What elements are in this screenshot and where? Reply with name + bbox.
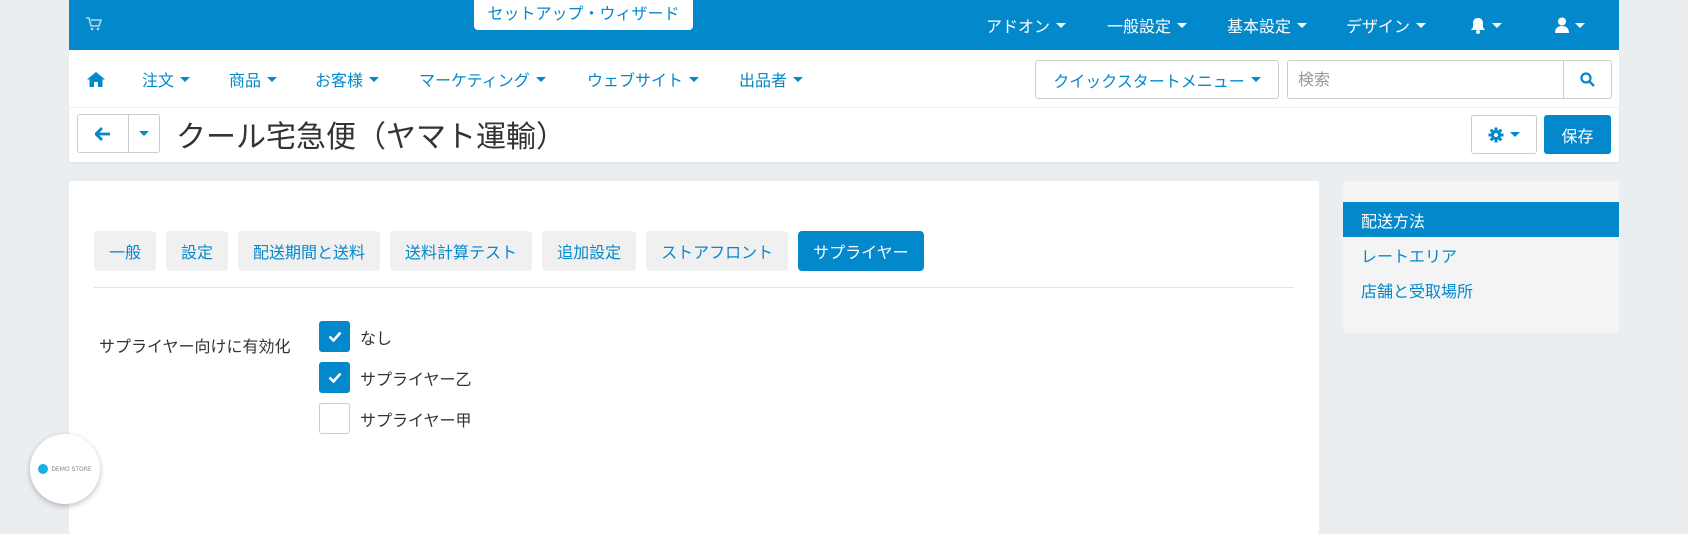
checkbox-label: サプライヤー乙: [360, 369, 472, 389]
caret-down-icon: [1575, 22, 1585, 28]
caret-down-icon: [369, 76, 380, 82]
user-icon: [1555, 17, 1569, 33]
main-navbar: 注文 商品 お客様 マーケティング ウェブサイト 出品者 クイックスタートメニュ…: [69, 50, 1619, 108]
nav-website[interactable]: ウェブサイト: [587, 50, 700, 108]
checkbox[interactable]: [319, 403, 350, 434]
design-menu[interactable]: デザイン: [1346, 0, 1427, 50]
quickstart-menu-button[interactable]: クイックスタートメニュー: [1035, 60, 1279, 99]
caret-down-icon: [1510, 132, 1520, 137]
tab-suppliers[interactable]: サプライヤー: [798, 231, 924, 271]
sidebar-item-shipping-methods[interactable]: 配送方法: [1343, 202, 1619, 237]
back-button[interactable]: [77, 114, 129, 153]
addons-menu[interactable]: アドオン: [986, 0, 1067, 50]
caret-down-icon: [793, 76, 804, 82]
setup-wizard-button[interactable]: セットアップ・ウィザード: [474, 0, 693, 30]
checkbox[interactable]: [319, 321, 350, 352]
back-dropdown-toggle[interactable]: [128, 114, 160, 153]
notifications-menu[interactable]: [1470, 0, 1502, 50]
demo-store-logo-icon: [38, 464, 49, 474]
main-panel: 一般 設定 配送期間と送料 送料計算テスト 追加設定 ストアフロント サプライヤ…: [69, 181, 1319, 534]
nav-orders[interactable]: 注文: [142, 50, 191, 108]
caret-down-icon: [689, 76, 700, 82]
page-title: クール宅急便（ヤマト運輸）: [176, 120, 566, 155]
sidebar: 配送方法 レートエリア 店舗と受取場所: [1343, 181, 1619, 333]
tab-settings[interactable]: 設定: [166, 231, 229, 271]
tab-bar: 一般 設定 配送期間と送料 送料計算テスト 追加設定 ストアフロント サプライヤ…: [94, 231, 924, 271]
save-button[interactable]: 保存: [1544, 115, 1611, 154]
tab-general[interactable]: 一般: [94, 231, 157, 271]
checkbox-supplier-ko[interactable]: サプライヤー甲: [319, 403, 472, 434]
check-icon: [328, 372, 341, 383]
general-settings-menu[interactable]: 一般設定: [1107, 0, 1188, 50]
checkbox[interactable]: [319, 362, 350, 393]
demo-store-badge[interactable]: DEMO STORE: [30, 434, 100, 504]
caret-down-icon: [139, 131, 149, 136]
caret-down-icon: [1297, 22, 1308, 28]
nav-products[interactable]: 商品: [229, 50, 278, 108]
tab-storefronts[interactable]: ストアフロント: [646, 231, 789, 271]
tab-delivery-time-rates[interactable]: 配送期間と送料: [238, 231, 381, 271]
gear-icon: [1488, 127, 1504, 142]
tab-test-rates[interactable]: 送料計算テスト: [390, 231, 533, 271]
caret-down-icon: [1177, 22, 1188, 28]
user-menu[interactable]: [1555, 0, 1585, 50]
page-header: クール宅急便（ヤマト運輸） 保存: [69, 108, 1619, 162]
checkbox-label: サプライヤー甲: [360, 410, 472, 430]
caret-down-icon: [180, 76, 191, 82]
caret-down-icon: [267, 76, 278, 82]
cart-icon[interactable]: [86, 16, 103, 35]
checkbox-none[interactable]: なし: [319, 321, 392, 352]
checkbox-label: なし: [360, 328, 393, 348]
nav-customers[interactable]: お客様: [315, 50, 380, 108]
top-bar: セットアップ・ウィザード アドオン 一般設定 基本設定 デザイン: [69, 0, 1619, 50]
nav-vendors[interactable]: 出品者: [739, 50, 804, 108]
search-icon: [1580, 72, 1595, 87]
settings-dropdown-button[interactable]: [1471, 115, 1537, 154]
search-button[interactable]: [1563, 60, 1612, 99]
caret-down-icon: [1416, 22, 1427, 28]
caret-down-icon: [1492, 22, 1502, 28]
arrow-left-icon: [95, 126, 110, 141]
nav-marketing[interactable]: マーケティング: [419, 50, 546, 108]
caret-down-icon: [1250, 77, 1261, 82]
sidebar-item-stores-pickup[interactable]: 店舗と受取場所: [1343, 272, 1619, 307]
basic-settings-menu[interactable]: 基本設定: [1227, 0, 1308, 50]
field-label: サプライヤー向けに有効化: [99, 337, 291, 356]
home-icon[interactable]: [87, 50, 105, 108]
caret-down-icon: [1056, 22, 1067, 28]
bell-icon: [1471, 17, 1485, 34]
check-icon: [328, 331, 341, 342]
demo-store-label: DEMO STORE: [51, 465, 92, 473]
tab-additional-settings[interactable]: 追加設定: [542, 231, 637, 271]
tab-divider: [94, 287, 1294, 288]
checkbox-supplier-otsu[interactable]: サプライヤー乙: [319, 362, 472, 393]
search-input[interactable]: [1287, 60, 1564, 99]
caret-down-icon: [535, 76, 546, 82]
sidebar-item-rate-areas[interactable]: レートエリア: [1343, 237, 1619, 272]
